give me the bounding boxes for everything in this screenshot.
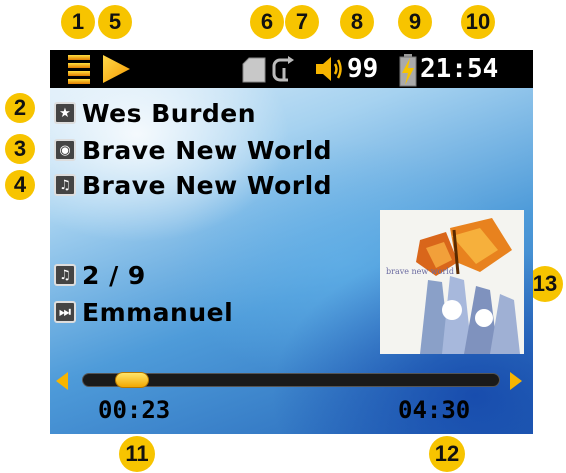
player-screen: 99 21:54 ★ Wes Burden ◉ Brave New World … — [50, 50, 533, 434]
callout-3: 3 — [5, 134, 35, 164]
artist-row: ★ Wes Burden — [54, 98, 256, 128]
repeat-icon[interactable] — [272, 54, 296, 86]
music-note-icon: ♫ — [54, 174, 76, 196]
callout-10: 10 — [461, 5, 495, 39]
star-icon: ★ — [54, 102, 76, 124]
playlist-position-row: ♫ 2 / 9 — [54, 260, 146, 290]
callout-8: 8 — [340, 5, 374, 39]
callout-4: 4 — [5, 170, 35, 200]
title-row: ♫ Brave New World — [54, 170, 332, 200]
memory-card-icon — [242, 57, 266, 83]
status-bar: 99 21:54 — [50, 50, 533, 88]
playlist-position: 2 / 9 — [82, 260, 146, 290]
cover-art-image: brave new world — [380, 210, 524, 354]
rewind-arrow-icon[interactable] — [54, 370, 70, 392]
total-time: 04:30 — [398, 396, 471, 424]
progress-bar[interactable] — [54, 368, 528, 394]
next-track-row: ⏭ Emmanuel — [54, 297, 233, 327]
play-icon[interactable] — [100, 53, 132, 85]
list-menu-icon[interactable] — [66, 53, 92, 85]
callout-1: 1 — [61, 5, 95, 39]
callout-12: 12 — [429, 436, 465, 472]
callout-9: 9 — [398, 5, 432, 39]
next-track-title: Emmanuel — [82, 297, 234, 327]
artist-name: Wes Burden — [82, 98, 257, 128]
cover-title-text: brave new world — [386, 267, 454, 276]
battery-charging-icon — [399, 54, 417, 87]
song-title: Brave New World — [82, 170, 333, 200]
elapsed-time: 00:23 — [98, 396, 171, 424]
callout-6: 6 — [250, 5, 284, 39]
progress-thumb[interactable] — [114, 372, 149, 388]
callout-7: 7 — [285, 5, 319, 39]
forward-arrow-icon[interactable] — [508, 370, 524, 392]
playlist-icon: ♫ — [54, 264, 76, 286]
callout-11: 11 — [119, 436, 155, 472]
next-track-icon: ⏭ — [54, 301, 76, 323]
callout-2: 2 — [5, 93, 35, 123]
callout-5: 5 — [98, 5, 132, 39]
volume-level: 99 — [347, 54, 379, 84]
clock: 21:54 — [420, 54, 499, 84]
album-row: ◉ Brave New World — [54, 135, 332, 165]
disc-icon: ◉ — [54, 139, 76, 161]
album-cover: brave new world — [380, 210, 524, 354]
speaker-icon[interactable] — [314, 55, 344, 83]
album-name: Brave New World — [82, 135, 333, 165]
